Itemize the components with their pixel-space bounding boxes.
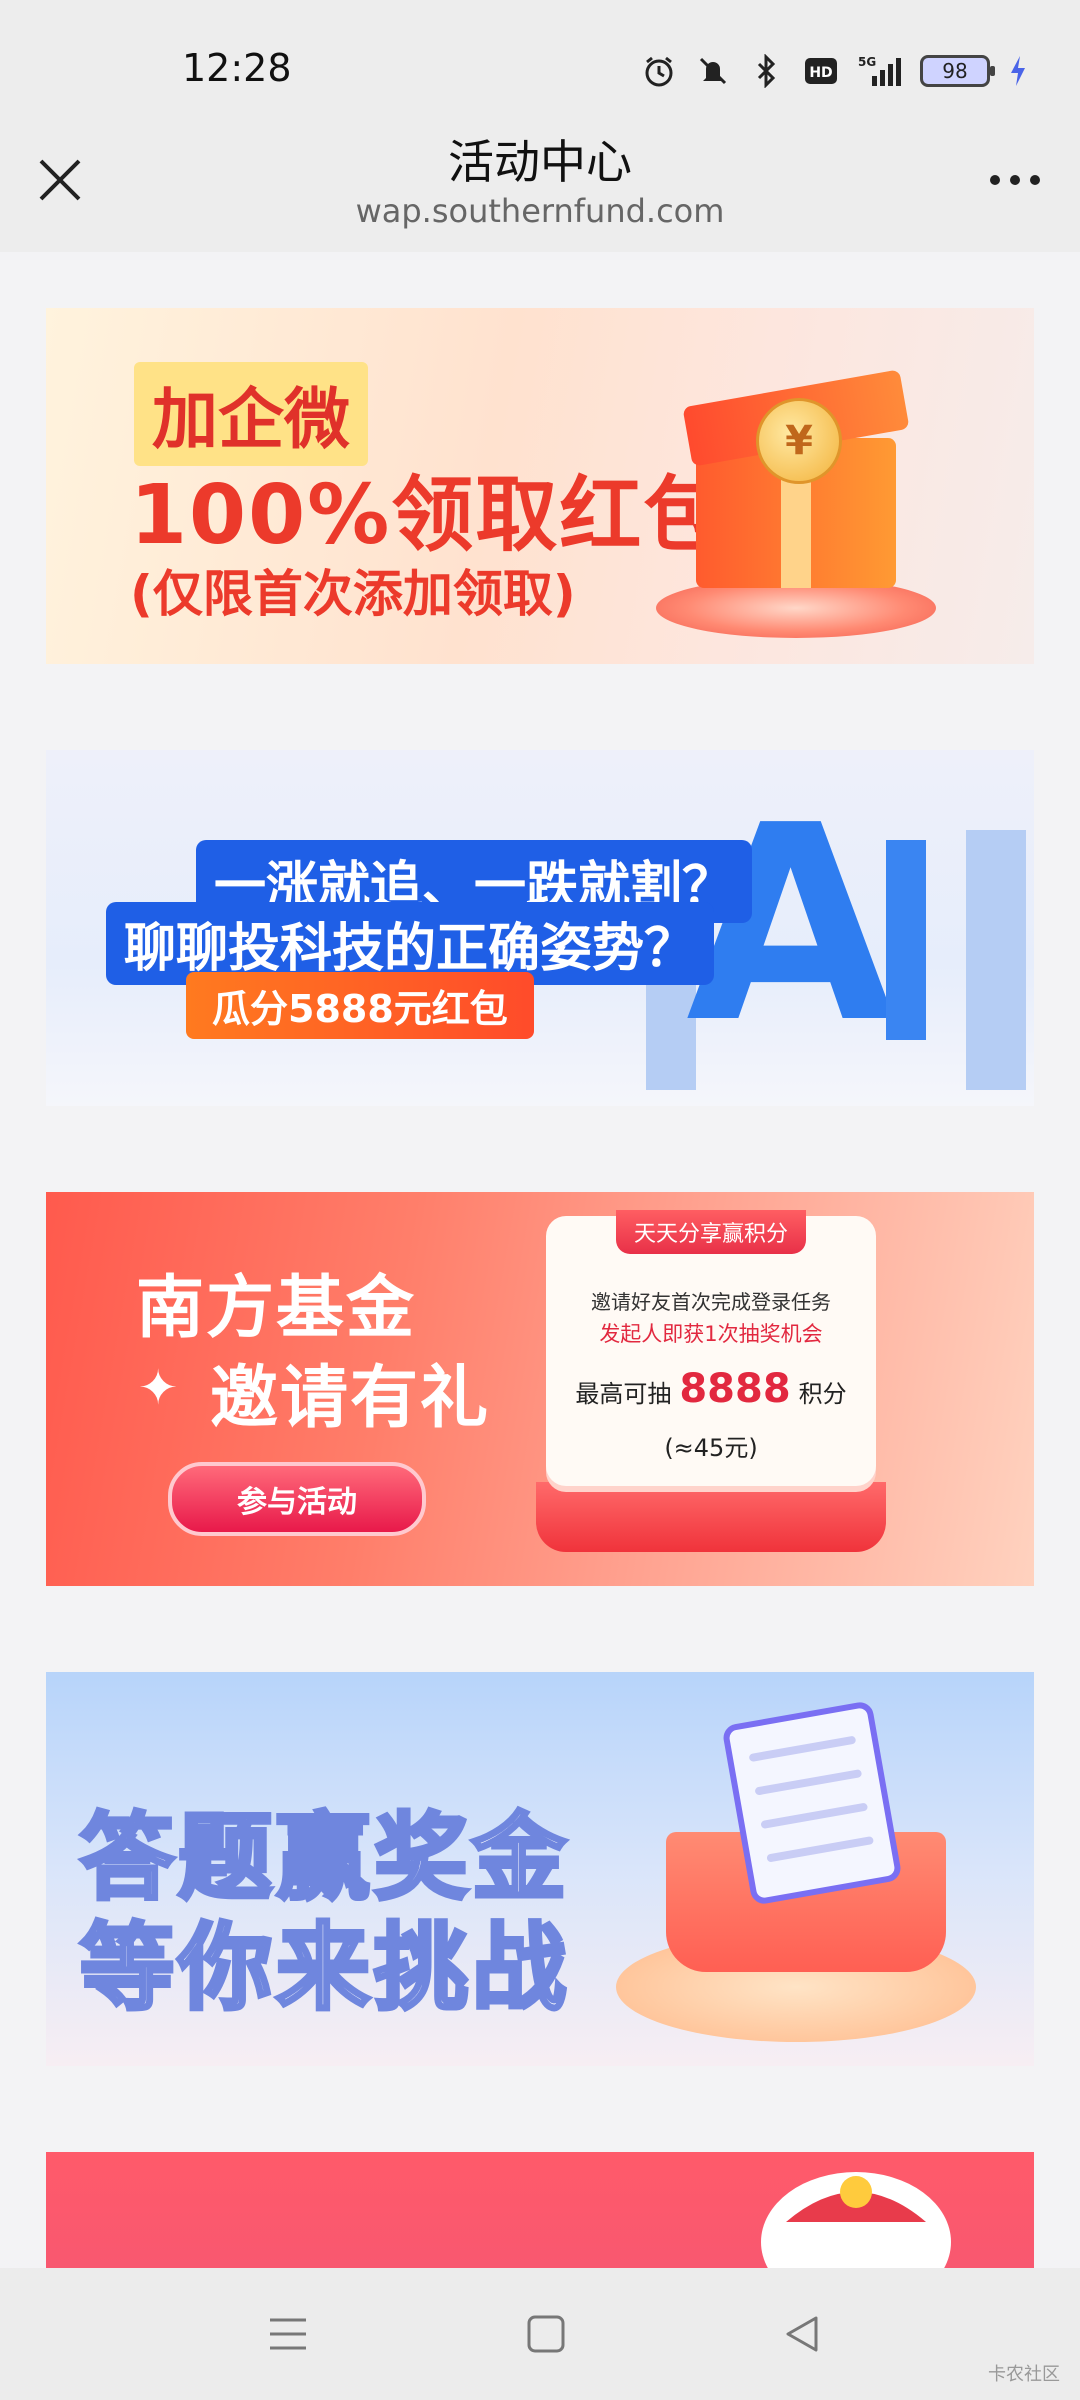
- invite-reward-card: 天天分享赢积分 邀请好友首次完成登录任务 发起人即获1次抽奖机会 最高可抽 888…: [546, 1210, 876, 1486]
- card-equivalent: (≈45元): [664, 1434, 758, 1462]
- hd-icon: HD: [802, 52, 840, 90]
- more-dot-icon: [990, 175, 1000, 185]
- ai-letter-art: A: [686, 767, 895, 1082]
- page-title: 活动中心: [448, 135, 632, 189]
- home-button[interactable]: [516, 2304, 576, 2364]
- card-points-line: 最高可抽 8888 积分: [546, 1366, 876, 1412]
- clipboard-icon: [721, 1700, 903, 1906]
- system-nav-bar: [0, 2268, 1080, 2400]
- banner-wecom-red-packet[interactable]: 加企微 100%领取红包 (仅限首次添加领取) ¥: [46, 308, 1034, 664]
- card-points: 8888: [679, 1366, 791, 1412]
- card-line1: 邀请好友首次完成登录任务: [591, 1290, 831, 1314]
- mascot-icon: [761, 2172, 951, 2272]
- banner3-title1: 南方基金: [136, 1269, 417, 1348]
- card-line2: 发起人即获1次抽奖机会: [599, 1322, 823, 1346]
- back-button[interactable]: [772, 2304, 832, 2364]
- back-triangle-icon: [786, 2316, 818, 2352]
- svg-text:5G: 5G: [858, 55, 876, 69]
- banner3-title2: 邀请有礼: [210, 1359, 491, 1438]
- join-activity-button[interactable]: 参与活动: [168, 1462, 426, 1536]
- web-header: 活动中心 wap.southernfund.com: [0, 135, 1080, 252]
- signal-5g-icon: 5G: [856, 52, 904, 90]
- banner2-badge: 瓜分5888元红包: [186, 972, 534, 1039]
- status-bar: 12:28 HD 5G 98: [0, 0, 1080, 140]
- banner-tech-investing[interactable]: A 一涨就追、一跌就割？ 聊聊投科技的正确姿势？ 瓜分5888元红包: [46, 750, 1034, 1106]
- charging-icon: [1006, 52, 1030, 90]
- menu-button[interactable]: [258, 2304, 318, 2364]
- sparkle-icon: ✦: [138, 1360, 179, 1416]
- card-tab: 天天分享赢积分: [616, 1210, 806, 1254]
- banner-partial[interactable]: [46, 2152, 1034, 2272]
- banner-invite-friends[interactable]: 南方基金 ✦ 邀请有礼 参与活动 天天分享赢积分 邀请好友首次完成登录任务 发起…: [46, 1192, 1034, 1586]
- menu-icon: [270, 2318, 306, 2350]
- card-prefix: 最高可抽: [575, 1380, 672, 1408]
- coin-icon: ¥: [756, 398, 842, 484]
- banner1-subtitle: (仅限首次添加领取): [130, 565, 576, 623]
- more-dot-icon: [1010, 175, 1020, 185]
- gift-box-illustration: ¥: [656, 328, 936, 638]
- home-square-icon: [527, 2315, 565, 2353]
- bluetooth-icon: [748, 52, 786, 90]
- status-time: 12:28: [182, 46, 292, 90]
- mute-icon: [694, 52, 732, 90]
- card-pedestal: [536, 1482, 886, 1552]
- card-suffix: 积分: [798, 1380, 847, 1408]
- svg-text:HD: HD: [809, 65, 832, 81]
- more-dot-icon: [1030, 175, 1040, 185]
- more-menu-button[interactable]: [980, 160, 1050, 200]
- status-icons: HD 5G 98: [640, 48, 1030, 94]
- alarm-icon: [640, 52, 678, 90]
- watermark: 卡农社区: [988, 2364, 1060, 2385]
- battery-indicator: 98: [920, 55, 995, 87]
- ai-city-illustration: A: [646, 767, 1026, 1090]
- banner4-line2: 等你来挑战: [78, 1912, 571, 2025]
- banner1-headline: 100%领取红包: [130, 468, 728, 563]
- banner-quiz-challenge[interactable]: 答题赢奖金 等你来挑战: [46, 1672, 1034, 2066]
- page-url: wap.southernfund.com: [355, 192, 725, 230]
